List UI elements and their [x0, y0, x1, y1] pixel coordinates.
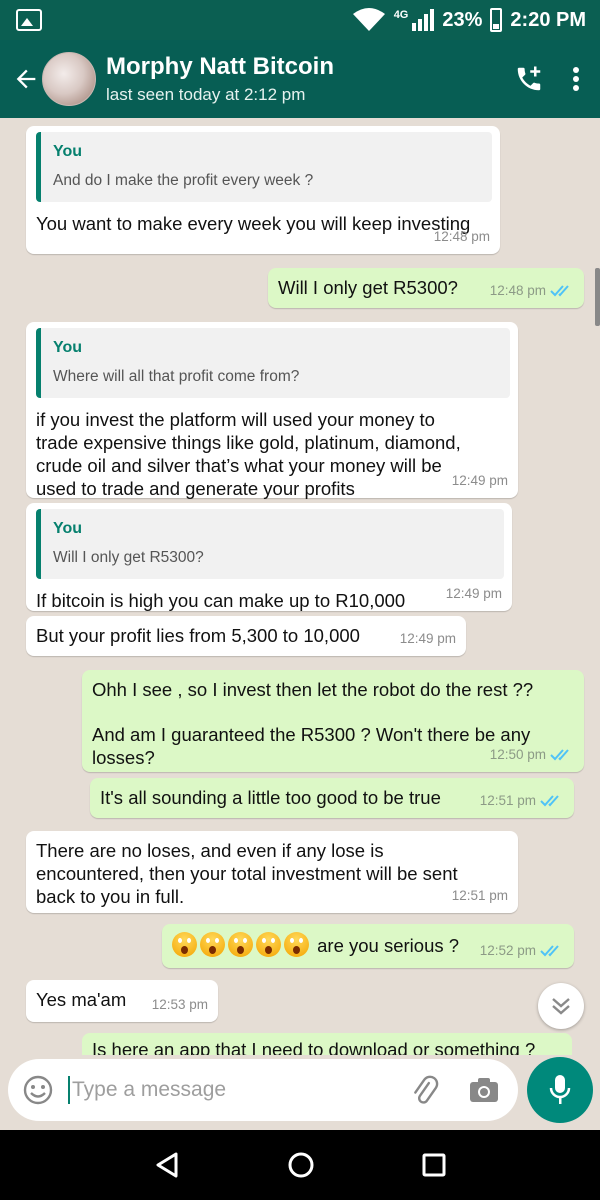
- message-text: are you serious ?: [317, 935, 460, 956]
- message-time: 12:48 pm: [433, 229, 490, 244]
- nav-home-icon[interactable]: [287, 1151, 315, 1179]
- message-time: 12:51 pm: [451, 888, 508, 903]
- avatar[interactable]: [42, 52, 96, 106]
- message-text-line1: Ohh I see , so I invest then let the rob…: [92, 679, 534, 700]
- last-seen: last seen today at 2:12 pm: [106, 85, 306, 104]
- read-ticks-icon: [540, 794, 559, 806]
- mic-button[interactable]: [527, 1057, 593, 1123]
- quote-text: And do I make the profit every week ?: [53, 172, 314, 189]
- message-outgoing-partial[interactable]: Is here an app that I need to download o…: [82, 1033, 572, 1055]
- battery-percent: 23%: [442, 8, 483, 31]
- message-time: 12:49 pm: [451, 473, 508, 488]
- battery-icon: [490, 8, 503, 32]
- message-text: Is here an app that I need to download o…: [92, 1039, 536, 1055]
- message-meta: 12:52 pm: [480, 939, 564, 962]
- message-outgoing[interactable]: are you serious ? 12:52 pm: [162, 924, 574, 968]
- message-meta: 12:48 pm: [490, 279, 574, 302]
- message-incoming[interactable]: There are no loses, and even if any lose…: [26, 831, 518, 913]
- input-placeholder: Type a message: [72, 1078, 227, 1101]
- message-time: 12:50 pm: [489, 747, 546, 762]
- message-input[interactable]: Type a message: [8, 1059, 518, 1121]
- message-time: 12:49 pm: [445, 586, 502, 601]
- back-arrow-icon[interactable]: [6, 59, 46, 99]
- chat-area[interactable]: You And do I make the profit every week …: [0, 118, 600, 1055]
- text-cursor: [68, 1076, 70, 1104]
- message-text: There are no loses, and even if any lose…: [36, 840, 458, 907]
- contact-info[interactable]: Morphy Natt Bitcoin last seen today at 2…: [106, 53, 334, 105]
- chat-header: Morphy Natt Bitcoin last seen today at 2…: [0, 40, 600, 118]
- status-bar: 4G 23% 2:20 PM: [0, 0, 600, 40]
- message-text: if you invest the platform will used you…: [36, 409, 461, 499]
- quoted-message[interactable]: You And do I make the profit every week …: [36, 132, 492, 202]
- message-text: But your profit lies from 5,300 to 10,00…: [36, 625, 360, 646]
- read-ticks-icon: [540, 944, 559, 956]
- message-meta: 12:50 pm: [490, 743, 574, 766]
- message-outgoing[interactable]: Ohh I see , so I invest then let the rob…: [82, 670, 584, 772]
- clock: 2:20 PM: [510, 8, 586, 31]
- message-incoming[interactable]: But your profit lies from 5,300 to 10,00…: [26, 616, 466, 656]
- navigation-bar: [0, 1130, 600, 1200]
- quoted-message[interactable]: You Will I only get R5300?: [36, 509, 504, 579]
- nav-recents-icon[interactable]: [422, 1153, 446, 1177]
- message-text: If bitcoin is high you can make up to R1…: [36, 590, 406, 611]
- quote-author: You: [53, 520, 83, 537]
- message-outgoing[interactable]: It's all sounding a little too good to b…: [90, 778, 574, 818]
- attach-icon[interactable]: [408, 1074, 440, 1106]
- network-type: 4G: [393, 9, 409, 21]
- message-incoming[interactable]: You Will I only get R5300? If bitcoin is…: [26, 503, 512, 611]
- read-ticks-icon: [550, 284, 569, 296]
- signal-icon: [412, 9, 435, 31]
- quote-text: Will I only get R5300?: [53, 549, 204, 566]
- emoji-icon[interactable]: [22, 1074, 54, 1106]
- scroll-down-button[interactable]: [538, 983, 584, 1029]
- quoted-message[interactable]: You Where will all that profit come from…: [36, 328, 510, 398]
- scrollbar[interactable]: [595, 268, 600, 326]
- message-time: 12:52 pm: [479, 943, 536, 958]
- message-text: You want to make every week you will kee…: [36, 213, 471, 234]
- nav-back-icon[interactable]: [154, 1151, 180, 1179]
- input-bar: Type a message: [0, 1055, 600, 1130]
- wifi-icon: [352, 8, 385, 31]
- message-time: 12:53 pm: [151, 997, 208, 1012]
- message-meta: 12:51 pm: [480, 789, 564, 812]
- message-time: 12:51 pm: [479, 793, 536, 808]
- quote-author: You: [53, 339, 83, 356]
- message-incoming[interactable]: You Where will all that profit come from…: [26, 322, 518, 499]
- contact-name: Morphy Natt Bitcoin: [106, 53, 334, 80]
- mic-icon: [549, 1075, 571, 1104]
- add-call-icon[interactable]: [514, 64, 544, 94]
- scroll-down-icon: [552, 998, 570, 1015]
- message-outgoing[interactable]: Will I only get R5300? 12:48 pm: [268, 268, 584, 308]
- gallery-notification-icon: [16, 9, 42, 31]
- more-vert-icon[interactable]: [572, 66, 580, 92]
- emoji-screaming-face-icon: [172, 932, 317, 957]
- message-time: 12:48 pm: [489, 283, 546, 298]
- read-ticks-icon: [550, 748, 569, 760]
- message-incoming[interactable]: You And do I make the profit every week …: [26, 126, 500, 254]
- message-time: 12:49 pm: [399, 631, 456, 646]
- message-incoming[interactable]: Yes ma'am 12:53 pm: [26, 980, 218, 1022]
- quote-text: Where will all that profit come from?: [53, 368, 300, 385]
- quote-author: You: [53, 143, 83, 160]
- camera-icon[interactable]: [468, 1076, 500, 1104]
